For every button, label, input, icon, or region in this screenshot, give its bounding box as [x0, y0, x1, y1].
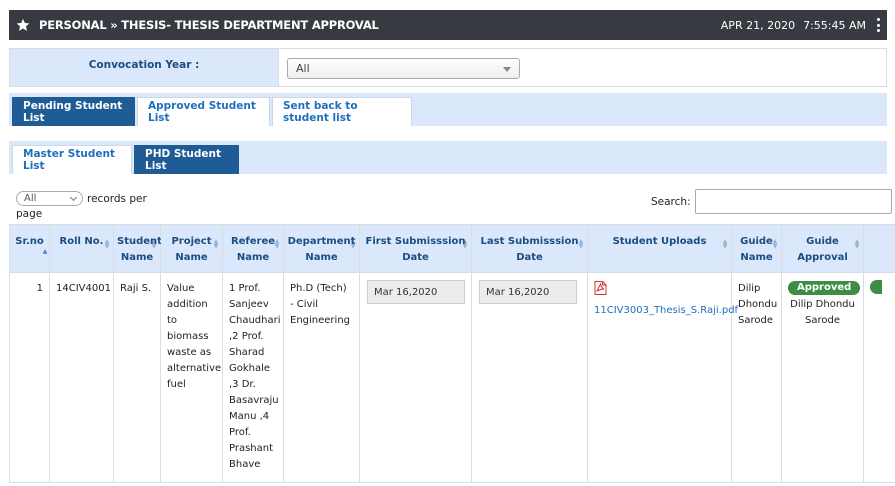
tab-pending-student-list[interactable]: Pending Student List: [12, 97, 135, 126]
records-label-page: page: [16, 208, 43, 220]
tab-approved-student-list[interactable]: Approved Student List: [137, 97, 270, 126]
page-header: PERSONAL » THESIS- THESIS DEPARTMENT APP…: [9, 10, 887, 40]
header-time: 7:55:45 AM: [803, 18, 866, 32]
sort-icon: ▲ ▼: [350, 238, 356, 250]
sort-icon: ▲ ▼: [722, 238, 728, 250]
header-date: APR 21, 2020: [720, 18, 796, 32]
cell-referee-name: 1 Prof. Sanjeev Chaudhari ,2 Prof. Shara…: [222, 272, 284, 483]
records-label: records per: [87, 192, 147, 205]
records-per-page: All records per: [16, 191, 147, 206]
column-header-project-name[interactable]: Project Name ▲ ▼: [160, 224, 223, 273]
column-header-department-name[interactable]: Department Name ▲ ▼: [283, 224, 360, 273]
column-header-referee-name[interactable]: Referee Name ▲ ▼: [222, 224, 284, 273]
approved-badge: Approved: [788, 281, 861, 295]
sort-icon: ▲ ▼: [274, 238, 280, 250]
pdf-file-icon[interactable]: [594, 281, 607, 295]
column-header-srno[interactable]: Sr.no ▲: [9, 224, 50, 273]
cell-guide-approval: Approved Dilip Dhondu Sarode: [781, 272, 864, 483]
tab-master-student-list[interactable]: Master Student List: [12, 145, 132, 174]
records-select[interactable]: All: [16, 191, 83, 206]
tab-sent-back-list[interactable]: Sent back to student list: [272, 97, 412, 126]
breadcrumb: PERSONAL » THESIS- THESIS DEPARTMENT APP…: [39, 18, 379, 32]
search-label: Search:: [651, 195, 691, 208]
sort-icon: ▲ ▼: [151, 238, 157, 250]
convocation-year-label: Convocation Year :: [10, 49, 278, 86]
status-tabs: Pending Student List Approved Student Li…: [9, 93, 887, 126]
sort-icon: ▲ ▼: [578, 238, 584, 250]
sort-icon: ▲ ▼: [104, 238, 110, 250]
column-header-last-submission[interactable]: Last Submisssion Date ▲ ▼: [471, 224, 588, 273]
table-header-row: Sr.no ▲ Roll No. ▲ ▼ Student Name ▲ ▼ Project…: [9, 224, 895, 273]
cell-project-name: Value addition to biomass waste as alter…: [160, 272, 223, 483]
last-submission-date-field[interactable]: Mar 16,2020: [479, 280, 577, 304]
list-type-tabs: Master Student List PHD Student List: [9, 141, 887, 174]
column-header-more[interactable]: [863, 224, 895, 273]
sort-icon: ▲ ▼: [462, 238, 468, 250]
more-options-icon[interactable]: [877, 18, 880, 32]
sort-asc-icon: ▲: [42, 248, 48, 255]
tab-phd-student-list[interactable]: PHD Student List: [134, 145, 239, 174]
status-badge: [870, 280, 882, 294]
convocation-filter: Convocation Year : All: [9, 48, 887, 87]
column-header-student-name[interactable]: Student Name ▲ ▼: [113, 224, 162, 273]
convocation-year-select[interactable]: All: [287, 58, 520, 79]
thesis-pdf-link[interactable]: 11CIV3003_Thesis_S.Raji.pdf: [594, 303, 738, 319]
sort-icon: ▲ ▼: [772, 238, 778, 250]
cell-last-submission: Mar 16,2020: [471, 272, 588, 483]
student-table: Sr.no ▲ Roll No. ▲ ▼ Student Name ▲ ▼ Project…: [9, 224, 895, 483]
cell-student-name: Raji S.: [113, 272, 161, 483]
sort-icon: ▲ ▼: [854, 238, 860, 250]
star-icon[interactable]: [16, 18, 30, 32]
cell-guide-name: Dilip Dhondu Sarode: [731, 272, 782, 483]
chevron-down-icon: [69, 193, 78, 202]
table-search: Search:: [651, 189, 892, 214]
column-header-guide-name[interactable]: Guide Name ▲ ▼: [731, 224, 782, 273]
column-header-roll-no[interactable]: Roll No. ▲ ▼: [49, 224, 114, 273]
first-submission-date-field[interactable]: Mar 16,2020: [367, 280, 465, 304]
search-input[interactable]: [694, 189, 892, 214]
cell-srno: 1: [9, 272, 50, 483]
table-row: 1 14CIV4001 Raji S. Value addition to bi…: [9, 272, 895, 483]
cell-department-name: Ph.D (Tech) - Civil Engineering: [283, 272, 360, 483]
cell-first-submission: Mar 16,2020: [359, 272, 472, 483]
approved-by: Dilip Dhondu Sarode: [790, 299, 855, 326]
cell-student-uploads: 11CIV3003_Thesis_S.Raji.pdf: [587, 272, 738, 483]
cell-roll-no: 14CIV4001: [49, 272, 114, 483]
sort-icon: ▲ ▼: [213, 238, 219, 250]
chevron-down-icon: [503, 67, 511, 72]
column-header-guide-approval[interactable]: Guide Approval ▲ ▼: [781, 224, 864, 273]
column-header-first-submission[interactable]: First Submisssion Date ▲ ▼: [359, 224, 472, 273]
column-header-student-uploads[interactable]: Student Uploads ▲ ▼: [587, 224, 732, 273]
cell-more: [863, 272, 895, 483]
